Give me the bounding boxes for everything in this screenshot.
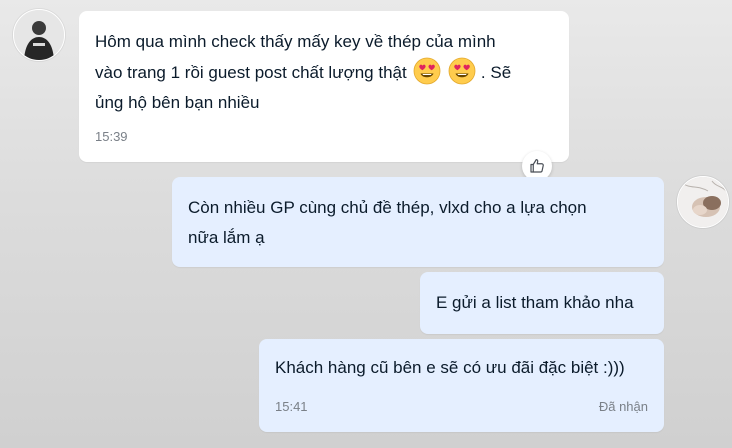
outgoing-message[interactable]: Còn nhiều GP cùng chủ đề thép, vlxd cho … xyxy=(172,177,664,267)
message-text: Hôm qua mình check thấy mấy key về thép … xyxy=(95,27,553,118)
message-text-line: vào trang 1 rồi guest post chất lượng th… xyxy=(95,63,407,82)
outgoing-message[interactable]: E gửi a list tham khảo nha xyxy=(420,272,664,334)
outgoing-message[interactable]: Khách hàng cũ bên e sẽ có ưu đãi đặc biệ… xyxy=(259,339,664,432)
my-avatar[interactable] xyxy=(677,176,729,228)
chat-window: Hôm qua mình check thấy mấy key về thép … xyxy=(0,0,732,448)
incoming-message[interactable]: Hôm qua mình check thấy mấy key về thép … xyxy=(79,11,569,162)
thumbs-up-icon xyxy=(530,159,544,173)
delivery-status: Đã nhận xyxy=(598,399,648,414)
message-text: Khách hàng cũ bên e sẽ có ưu đãi đặc biệ… xyxy=(275,358,625,377)
message-time: 15:39 xyxy=(95,129,128,144)
user-avatar-light-icon xyxy=(678,177,728,227)
message-text-line: ủng hộ bên bạn nhiều xyxy=(95,93,260,112)
message-text: E gửi a list tham khảo nha xyxy=(436,293,634,312)
message-text-line: . Sẽ xyxy=(480,63,512,82)
contact-avatar[interactable] xyxy=(13,9,65,61)
heart-eyes-emoji-icon xyxy=(448,57,476,85)
message-text-line: Hôm qua mình check thấy mấy key về thép … xyxy=(95,32,496,51)
message-time: 15:41 xyxy=(275,399,308,414)
message-text-line: Còn nhiều GP cùng chủ đề thép, vlxd cho … xyxy=(188,198,587,217)
message-text: Còn nhiều GP cùng chủ đề thép, vlxd cho … xyxy=(188,193,648,253)
user-avatar-dark-icon xyxy=(14,10,64,60)
heart-eyes-emoji-icon xyxy=(413,57,441,85)
message-text-line: nữa lắm ạ xyxy=(188,228,265,247)
